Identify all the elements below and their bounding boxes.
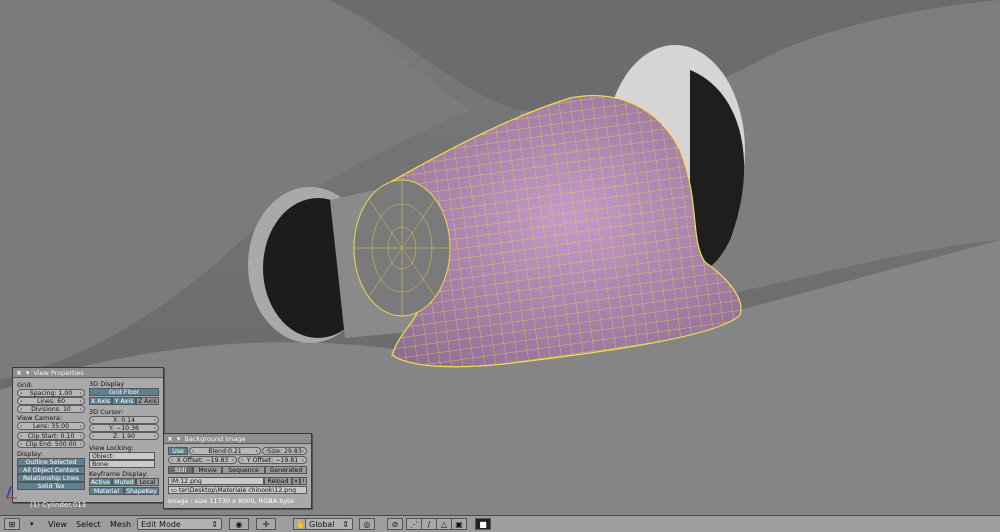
grid-divisions-field[interactable]: Divisions: 10 — [17, 405, 85, 413]
panel-title: View Properties — [33, 368, 84, 377]
fake-user-icon[interactable]: ! — [300, 477, 307, 485]
view-locking-heading: View Locking: — [89, 444, 134, 452]
keyframe-display-heading: Keyframe Display: — [89, 470, 148, 478]
3d-display-heading: 3D Display — [89, 380, 125, 388]
cursor-z-field[interactable]: Z: 1.90 — [89, 432, 159, 440]
tab-sequence[interactable]: Sequence — [222, 466, 265, 474]
cursor-y-field[interactable]: Y: −10.36 — [89, 424, 159, 432]
collapse-arrow-icon[interactable]: ▾ — [177, 435, 181, 443]
background-image-panel: × ▾ Background Image Use Blend:0.21 Size… — [163, 433, 312, 509]
image-info-text: Image : size 11730 x 8000, RGBA byte — [168, 497, 294, 505]
kf-local-toggle[interactable]: Local — [136, 478, 159, 486]
tab-generated[interactable]: Generated — [265, 466, 307, 474]
collapse-arrow-icon[interactable]: ▾ — [26, 369, 30, 377]
tab-movie[interactable]: Movie — [193, 466, 222, 474]
editor-type-icon[interactable]: ⊞ — [4, 518, 20, 530]
x-offset-field[interactable]: X Offset: −19.83 — [168, 456, 237, 464]
view-properties-titlebar[interactable]: × ▾ View Properties — [13, 368, 163, 378]
grid-heading: Grid: — [17, 381, 33, 389]
cursor-x-field[interactable]: X: 0.14 — [89, 416, 159, 424]
y-offset-field[interactable]: Y Offset: −19.81 — [238, 456, 307, 464]
reload-button[interactable]: Reload — [264, 477, 292, 485]
kf-shapekey-toggle[interactable]: ShapeKey — [124, 487, 159, 495]
background-image-titlebar[interactable]: × ▾ Background Image — [164, 434, 311, 444]
clip-start-field[interactable]: Clip Start: 0.10 — [17, 432, 85, 440]
axis-orientation-icon — [6, 485, 17, 499]
dropdown-arrow-icon: ⇕ — [211, 519, 218, 529]
view-properties-panel: × ▾ View Properties Grid: Spacing: 1.00 … — [12, 367, 164, 503]
image-path-text: ter\Desktop\Materiale chinook\12.png — [178, 486, 297, 494]
face-select-icon[interactable]: △ — [436, 518, 452, 530]
mode-dropdown[interactable]: Edit Mode ⇕ — [137, 518, 222, 530]
view-camera-heading: View Camera: — [17, 414, 63, 422]
view3d-header: ⊞ ▾ View Select Mesh Edit Mode ⇕ ◉ ✛ ✋ G… — [0, 515, 1000, 532]
orientation-dropdown[interactable]: Global ⇕ — [305, 518, 353, 530]
size-field[interactable]: Size: 29.83 — [262, 447, 307, 455]
tab-still[interactable]: Still — [168, 466, 193, 474]
z-axis-toggle[interactable]: Z Axis — [136, 397, 159, 405]
menu-mesh[interactable]: Mesh — [110, 518, 131, 530]
display-heading: Display: — [17, 450, 43, 458]
use-background-toggle[interactable]: Use — [168, 447, 188, 455]
pivot-icon[interactable]: ✛ — [256, 518, 276, 530]
y-axis-toggle[interactable]: Y Axis — [112, 397, 136, 405]
3d-cursor-heading: 3D Cursor: — [89, 408, 124, 416]
lens-field[interactable]: Lens: 35.00 — [17, 422, 85, 430]
dropdown-arrow-icon: ⇕ — [342, 519, 349, 529]
bone-lock-field[interactable]: Bone: — [89, 460, 155, 468]
grid-lines-field[interactable]: Lines: 60 — [17, 397, 85, 405]
all-object-centers-toggle[interactable]: All Object Centers — [17, 466, 85, 474]
clip-end-field[interactable]: Clip End: 500.00 — [17, 440, 85, 448]
kf-active-toggle[interactable]: Active — [89, 478, 112, 486]
object-lock-field[interactable]: Object: — [89, 452, 155, 460]
unlink-image-icon[interactable]: × — [292, 477, 300, 485]
grid-floor-toggle[interactable]: Grid Floor — [89, 388, 159, 396]
close-icon[interactable]: × — [16, 369, 22, 377]
outline-selected-toggle[interactable]: Outline Selected — [17, 458, 85, 466]
panel-title: Background Image — [184, 434, 246, 443]
orientation-label: Global — [309, 519, 335, 529]
snap-icon[interactable]: ⊘ — [387, 518, 403, 530]
render-icon[interactable]: ■ — [475, 518, 491, 530]
active-object-label: (1) Cylinder.013 — [30, 501, 87, 509]
menu-select[interactable]: Select — [76, 518, 101, 530]
file-browse-icon[interactable]: ▭ — [171, 487, 177, 493]
draw-type-icon[interactable]: ◉ — [229, 518, 249, 530]
edge-select-icon[interactable]: ∕ — [421, 518, 437, 530]
kf-muted-toggle[interactable]: Muted — [112, 478, 136, 486]
image-name-field[interactable]: IM:12.png — [168, 477, 264, 485]
solid-tex-toggle[interactable]: Solid Tex — [17, 482, 85, 490]
image-path-field[interactable]: ▭ ter\Desktop\Materiale chinook\12.png — [168, 486, 307, 494]
proportional-edit-icon[interactable]: ◎ — [359, 518, 375, 530]
close-icon[interactable]: × — [167, 435, 173, 443]
kf-material-toggle[interactable]: Material — [89, 487, 124, 495]
occlude-geometry-icon[interactable]: ▣ — [451, 518, 467, 530]
menu-view[interactable]: View — [48, 518, 67, 530]
collapse-menus-icon[interactable]: ▾ — [30, 518, 34, 530]
x-axis-toggle[interactable]: X Axis — [89, 397, 112, 405]
mode-label: Edit Mode — [141, 519, 181, 529]
blend-slider[interactable]: Blend:0.21 — [189, 447, 261, 455]
relationship-lines-toggle[interactable]: Relationship Lines — [17, 474, 85, 482]
grid-spacing-field[interactable]: Spacing: 1.00 — [17, 389, 85, 397]
vertex-select-icon[interactable]: ⋰ — [406, 518, 422, 530]
